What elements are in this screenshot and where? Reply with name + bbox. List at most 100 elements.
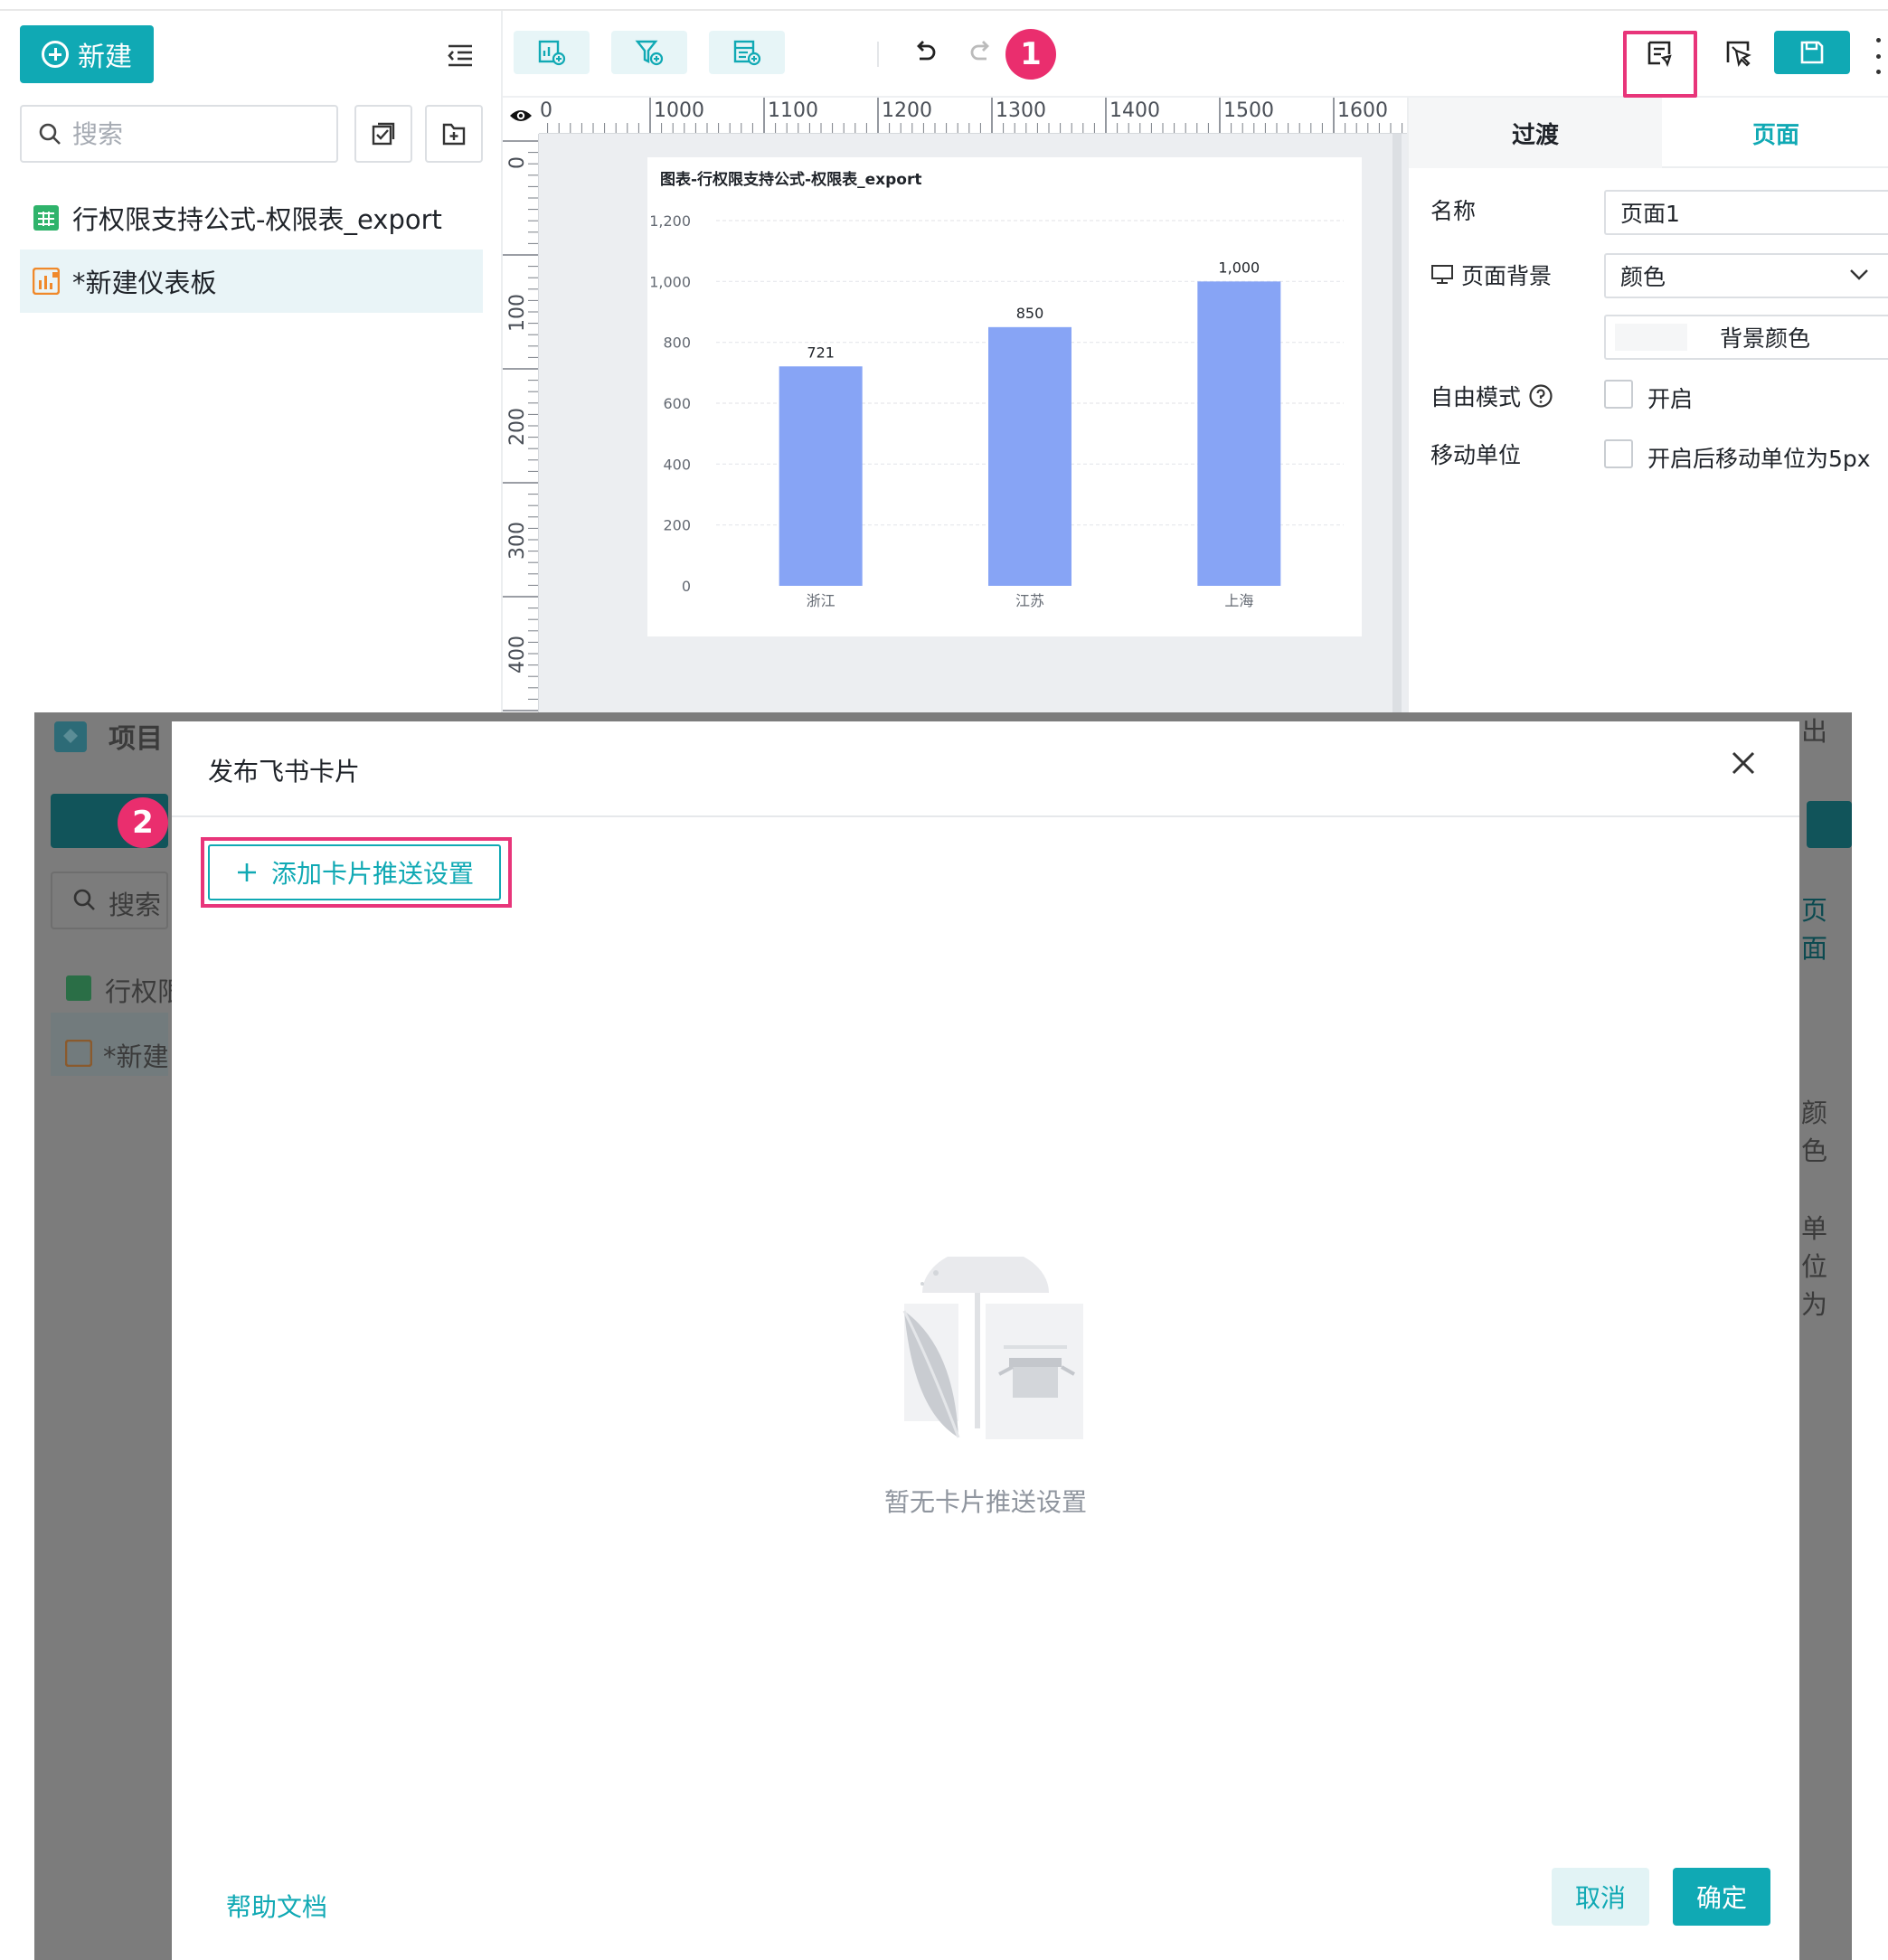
spreadsheet-icon (33, 205, 59, 231)
confirm-button[interactable]: 确定 (1673, 1868, 1770, 1926)
undo-button[interactable] (906, 34, 944, 72)
x-tick-label: 上海 (1224, 592, 1253, 609)
horizontal-ruler: 00 1000 1100 1200 1300 1400 1500 1600 (539, 98, 1407, 134)
data-label: 850 (1016, 305, 1044, 322)
linkage-button[interactable] (1720, 34, 1758, 72)
save-icon (1800, 41, 1824, 64)
add-chart-icon (538, 40, 566, 66)
search-ghost: 搜索 (109, 890, 162, 920)
background-type-value: 颜色 (1620, 264, 1666, 290)
batch-select-button[interactable] (354, 105, 412, 163)
bar-浙江[interactable] (779, 366, 863, 586)
add-chart-button[interactable] (514, 31, 590, 74)
ruler-label: 1000 (654, 99, 704, 122)
move-unit-checkbox[interactable] (1604, 439, 1633, 468)
ruler-label: 1500 (1223, 99, 1274, 122)
plus-circle-icon (42, 41, 69, 68)
free-mode-label-text: 自由模式 (1430, 384, 1522, 410)
y-tick-label: 1,200 (649, 212, 691, 230)
dashboard-icon (33, 268, 60, 295)
ruler-label: 1100 (768, 99, 818, 122)
ruler-label: 100 (506, 294, 529, 332)
x-tick-label: 江苏 (1015, 592, 1044, 609)
canvas-scrollbar[interactable] (1392, 134, 1402, 712)
ruler-label: 0 (506, 156, 529, 169)
add-filter-button[interactable] (611, 31, 687, 74)
search-icon (39, 123, 61, 145)
property-panel: 过渡 页面 名称 页面1 页面背景 颜色 背景颜色 自由模式 开启 移动单位 开… (1407, 98, 1888, 712)
page-tab-ghost: 页面 (1801, 895, 1828, 964)
project-logo-icon (54, 721, 87, 752)
step-badge-1: 1 (1005, 29, 1056, 80)
new-button[interactable]: 新建 (20, 25, 154, 83)
y-tick-label: 400 (663, 456, 691, 473)
ruler-label: 400 (506, 636, 529, 674)
chart-card[interactable]: 图表-行权限支持公式-权限表_export 0 200 400 600 800 1,000… (647, 157, 1362, 636)
color-ghost: 颜色 (1801, 1098, 1828, 1166)
linkage-icon (1726, 41, 1751, 68)
tree-item-label: 行权限支持公式-权限表_export (72, 204, 442, 235)
add-card-push-setting-label: 添加卡片推送设置 (270, 859, 474, 889)
close-icon (1732, 751, 1755, 775)
new-folder-button[interactable] (425, 105, 483, 163)
free-mode-checkbox[interactable] (1604, 380, 1633, 409)
color-swatch[interactable] (1615, 324, 1687, 351)
redo-button[interactable] (962, 34, 1000, 72)
dialog-title: 发布飞书卡片 (208, 757, 361, 787)
help-docs-link[interactable]: 帮助文档 (226, 1888, 327, 1924)
add-filter-icon (635, 40, 664, 66)
publish-feishu-card-dialog: 发布飞书卡片 添加卡片推送设置 暂无卡片推送设置 帮助文档 取消 确定 (172, 721, 1799, 1960)
free-mode-label: 自由模式 (1430, 380, 1553, 412)
y-tick-label: 600 (663, 395, 691, 412)
bar-江苏[interactable] (988, 326, 1071, 586)
redo-icon (970, 41, 989, 61)
ruler-label: 1600 (1337, 99, 1388, 122)
y-tick-label: 800 (663, 335, 691, 352)
tab-page[interactable]: 页面 (1662, 98, 1888, 168)
name-label: 名称 (1430, 193, 1476, 226)
tree-item-spreadsheet[interactable]: 行权限支持公式-权限表_export (20, 186, 483, 250)
sidebar-search[interactable] (20, 105, 338, 163)
ruler-label: 00 (539, 99, 552, 122)
add-table-button[interactable] (709, 31, 785, 74)
monitor-icon (1431, 265, 1453, 284)
ruler-label: 1400 (1109, 99, 1160, 122)
bar-上海[interactable] (1197, 281, 1281, 586)
more-menu-icon[interactable] (1874, 38, 1883, 74)
plus-icon (237, 863, 256, 881)
help-circle-icon[interactable] (1528, 383, 1553, 409)
add-card-push-setting-button[interactable]: 添加卡片推送设置 (208, 844, 501, 900)
vertical-ruler: 0100200300400500 (503, 134, 539, 712)
out-ghost: 出 (1801, 716, 1828, 747)
background-color-label: 背景颜色 (1720, 325, 1811, 352)
y-tick-label: 0 (682, 578, 691, 595)
publish-card-button[interactable] (1641, 34, 1679, 72)
save-button[interactable] (1774, 31, 1850, 74)
background-type-select[interactable]: 颜色 (1604, 253, 1888, 298)
left-sidebar: 新建 行权限支持公式-权限表_export *新建仪表板 (0, 11, 503, 712)
spreadsheet-icon (66, 975, 91, 1001)
cancel-button[interactable]: 取消 (1552, 1868, 1649, 1926)
tab-transition[interactable]: 过渡 (1409, 98, 1662, 168)
dashboard-canvas: 00 1000 1100 1200 1300 1400 1500 1600 0 100 200 30… (503, 98, 1407, 712)
move-unit-label: 移动单位 (1430, 438, 1521, 470)
data-label: 1,000 (1218, 259, 1260, 276)
collapse-sidebar-icon[interactable] (447, 43, 474, 67)
close-button[interactable] (1729, 749, 1758, 777)
tree-item-dashboard[interactable]: *新建仪表板 (20, 250, 483, 313)
data-label: 721 (807, 344, 835, 361)
ruler-label: 300 (506, 522, 529, 560)
publish-card-icon (1647, 41, 1672, 68)
page-name-input[interactable]: 页面1 (1604, 190, 1888, 235)
unit-ghost: 单位为 (1801, 1213, 1828, 1320)
name-label-text: 名称 (1430, 198, 1477, 224)
free-mode-option: 开启 (1647, 386, 1694, 412)
ruler-label: 1200 (882, 99, 932, 122)
page-background-label: 页面背景 (1430, 259, 1552, 291)
background-color-picker[interactable]: 背景颜色 (1604, 315, 1888, 360)
sidebar-search-input[interactable] (72, 118, 298, 149)
chart-title: 图表-行权限支持公式-权限表_export (660, 170, 921, 189)
tree-item-label: *新建仪表板 (72, 268, 217, 298)
visibility-toggle[interactable] (503, 98, 539, 134)
y-tick-label: 200 (663, 517, 691, 534)
